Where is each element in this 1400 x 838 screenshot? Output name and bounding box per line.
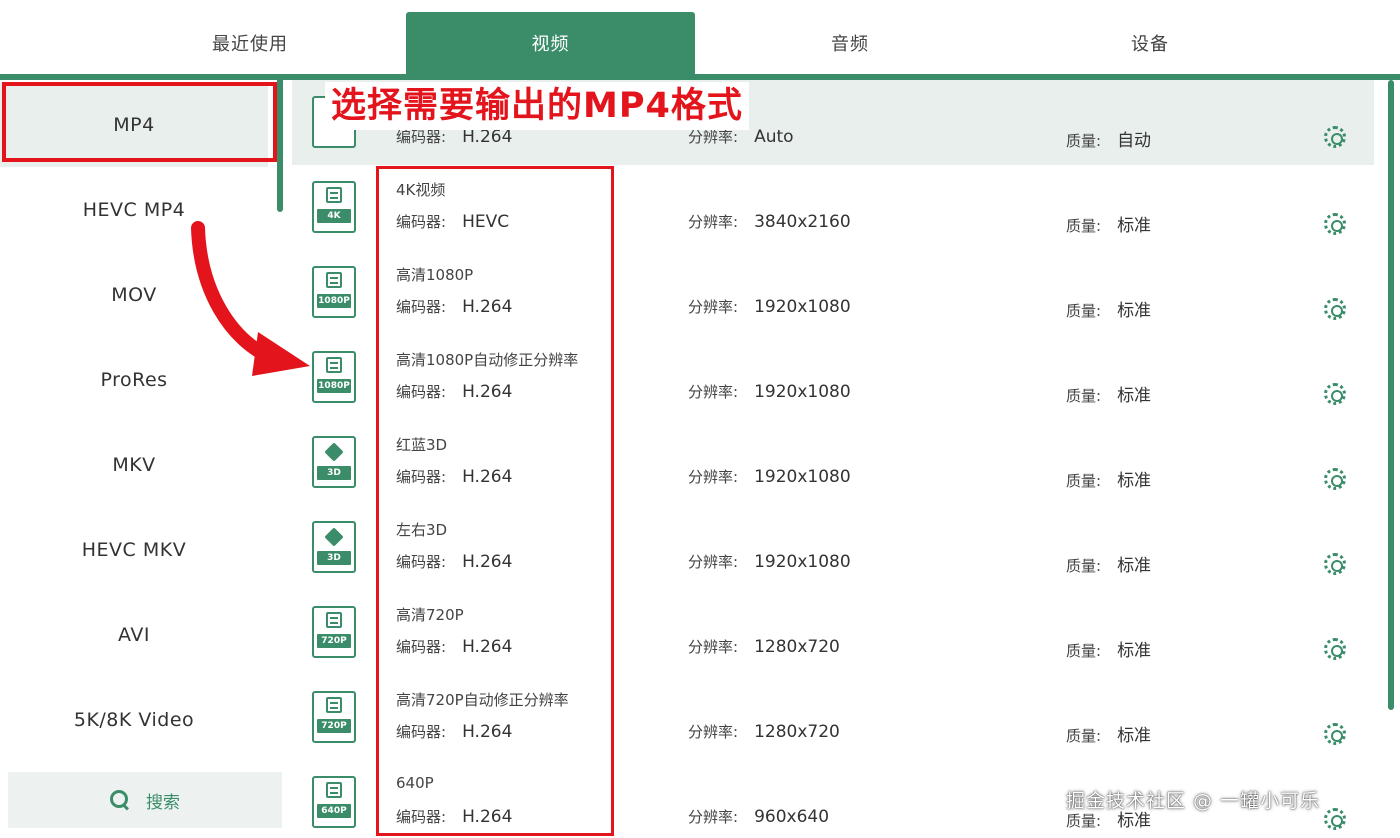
resolution-value: 1280x720 xyxy=(754,637,840,657)
resolution-label: 分辨率: xyxy=(688,213,739,231)
gear-icon[interactable] xyxy=(1324,126,1346,148)
quality-value: 标准 xyxy=(1117,386,1152,406)
quality-label: 质量: xyxy=(1066,727,1102,745)
gear-icon[interactable] xyxy=(1324,298,1346,320)
sidebar-item-mkv[interactable]: MKV xyxy=(0,422,268,507)
preset-resolution: 分辨率: 1280x720 xyxy=(688,721,840,742)
tab-device[interactable]: 设备 xyxy=(1000,12,1300,74)
preset-quality: 质量: 标准 xyxy=(1066,636,1151,661)
resolution-value: 1920x1080 xyxy=(754,467,851,487)
resolution-value: Auto xyxy=(754,127,794,147)
preset-badge: 640P xyxy=(317,804,351,818)
preset-quality: 质量: 标准 xyxy=(1066,296,1151,321)
preset-resolution: 分辨率: 960x640 xyxy=(688,806,829,827)
sidebar-item-5k-8k[interactable]: 5K/8K Video xyxy=(0,677,268,762)
quality-value: 标准 xyxy=(1117,556,1152,576)
format-tab-bar: 最近使用 视频 音频 设备 xyxy=(0,0,1400,80)
preset-quality: 质量: 标准 xyxy=(1066,551,1151,576)
search-label: 搜索 xyxy=(146,792,180,813)
gear-icon[interactable] xyxy=(1324,723,1346,745)
search-icon xyxy=(110,790,130,810)
preset-resolution: 分辨率: 1920x1080 xyxy=(688,551,851,572)
annotation-highlight-mp4 xyxy=(2,82,277,162)
gear-icon[interactable] xyxy=(1324,553,1346,575)
quality-value: 自动 xyxy=(1117,131,1152,151)
tab-video[interactable]: 视频 xyxy=(406,12,695,74)
resolution-value: 1920x1080 xyxy=(754,552,851,572)
quality-label: 质量: xyxy=(1066,302,1102,320)
resolution-value: 3840x2160 xyxy=(754,212,851,232)
resolution-label: 分辨率: xyxy=(688,638,739,656)
quality-label: 质量: xyxy=(1066,557,1102,575)
search-button[interactable]: 搜索 xyxy=(8,772,282,828)
resolution-value: 1280x720 xyxy=(754,722,840,742)
quality-value: 标准 xyxy=(1117,301,1152,321)
preset-quality: 质量: 标准 xyxy=(1066,381,1151,406)
resolution-label: 分辨率: xyxy=(688,723,739,741)
quality-label: 质量: xyxy=(1066,472,1102,490)
quality-value: 标准 xyxy=(1117,216,1152,236)
preset-3d-icon: 3D xyxy=(312,436,356,488)
resolution-label: 分辨率: xyxy=(688,553,739,571)
quality-label: 质量: xyxy=(1066,132,1102,150)
preset-badge: 3D xyxy=(317,466,351,480)
annotation-arrow-icon xyxy=(191,221,310,376)
preset-quality: 质量: 标准 xyxy=(1066,466,1151,491)
resolution-value: 1920x1080 xyxy=(754,382,851,402)
quality-value: 标准 xyxy=(1117,811,1152,831)
quality-label: 质量: xyxy=(1066,217,1102,235)
preset-badge: 3D xyxy=(317,551,351,565)
preset-video-icon: 720P xyxy=(312,606,356,658)
gear-icon[interactable] xyxy=(1324,638,1346,660)
quality-value: 标准 xyxy=(1117,641,1152,661)
preset-video-icon: 720P xyxy=(312,691,356,743)
format-sidebar: MP4 HEVC MP4 MOV ProRes MKV HEVC MKV AVI… xyxy=(0,80,296,838)
preset-list-scrollbar[interactable] xyxy=(1388,80,1394,710)
quality-label: 质量: xyxy=(1066,387,1102,405)
sidebar-scrollbar[interactable] xyxy=(277,80,283,212)
preset-quality: 质量: 自动 xyxy=(1066,126,1151,151)
resolution-label: 分辨率: xyxy=(688,808,739,826)
sidebar-item-avi[interactable]: AVI xyxy=(0,592,268,677)
preset-badge: 4K xyxy=(317,209,351,223)
quality-label: 质量: xyxy=(1066,812,1102,830)
preset-badge: 1080P xyxy=(317,294,351,308)
quality-value: 标准 xyxy=(1117,471,1152,491)
preset-video-icon: 640P xyxy=(312,776,356,828)
preset-3d-icon: 3D xyxy=(312,521,356,573)
preset-badge: 1080P xyxy=(317,379,351,393)
sidebar-item-hevc-mkv[interactable]: HEVC MKV xyxy=(0,507,268,592)
annotation-caption: 选择需要输出的MP4格式 xyxy=(325,82,749,130)
resolution-label: 分辨率: xyxy=(688,383,739,401)
gear-icon[interactable] xyxy=(1324,808,1346,830)
resolution-label: 分辨率: xyxy=(688,468,739,486)
codec-value: H.264 xyxy=(462,127,513,147)
tab-audio[interactable]: 音频 xyxy=(700,12,1000,74)
preset-badge: 720P xyxy=(317,719,351,733)
resolution-value: 960x640 xyxy=(754,807,830,827)
resolution-label: 分辨率: xyxy=(688,298,739,316)
watermark: 掘金技术社区 @ 一罐小可乐 xyxy=(1066,790,1321,812)
preset-quality: 质量: 标准 xyxy=(1066,211,1151,236)
quality-value: 标准 xyxy=(1117,726,1152,746)
annotation-highlight-presets xyxy=(376,166,614,836)
preset-resolution: 分辨率: 1920x1080 xyxy=(688,381,851,402)
preset-resolution: 分辨率: 1920x1080 xyxy=(688,466,851,487)
preset-resolution: 分辨率: 1920x1080 xyxy=(688,296,851,317)
preset-resolution: 分辨率: 3840x2160 xyxy=(688,211,851,232)
tab-recent[interactable]: 最近使用 xyxy=(100,12,400,74)
preset-badge: 720P xyxy=(317,634,351,648)
quality-label: 质量: xyxy=(1066,642,1102,660)
preset-resolution: 分辨率: 1280x720 xyxy=(688,636,840,657)
preset-quality: 质量: 标准 xyxy=(1066,721,1151,746)
gear-icon[interactable] xyxy=(1324,383,1346,405)
gear-icon[interactable] xyxy=(1324,468,1346,490)
gear-icon[interactable] xyxy=(1324,213,1346,235)
resolution-value: 1920x1080 xyxy=(754,297,851,317)
